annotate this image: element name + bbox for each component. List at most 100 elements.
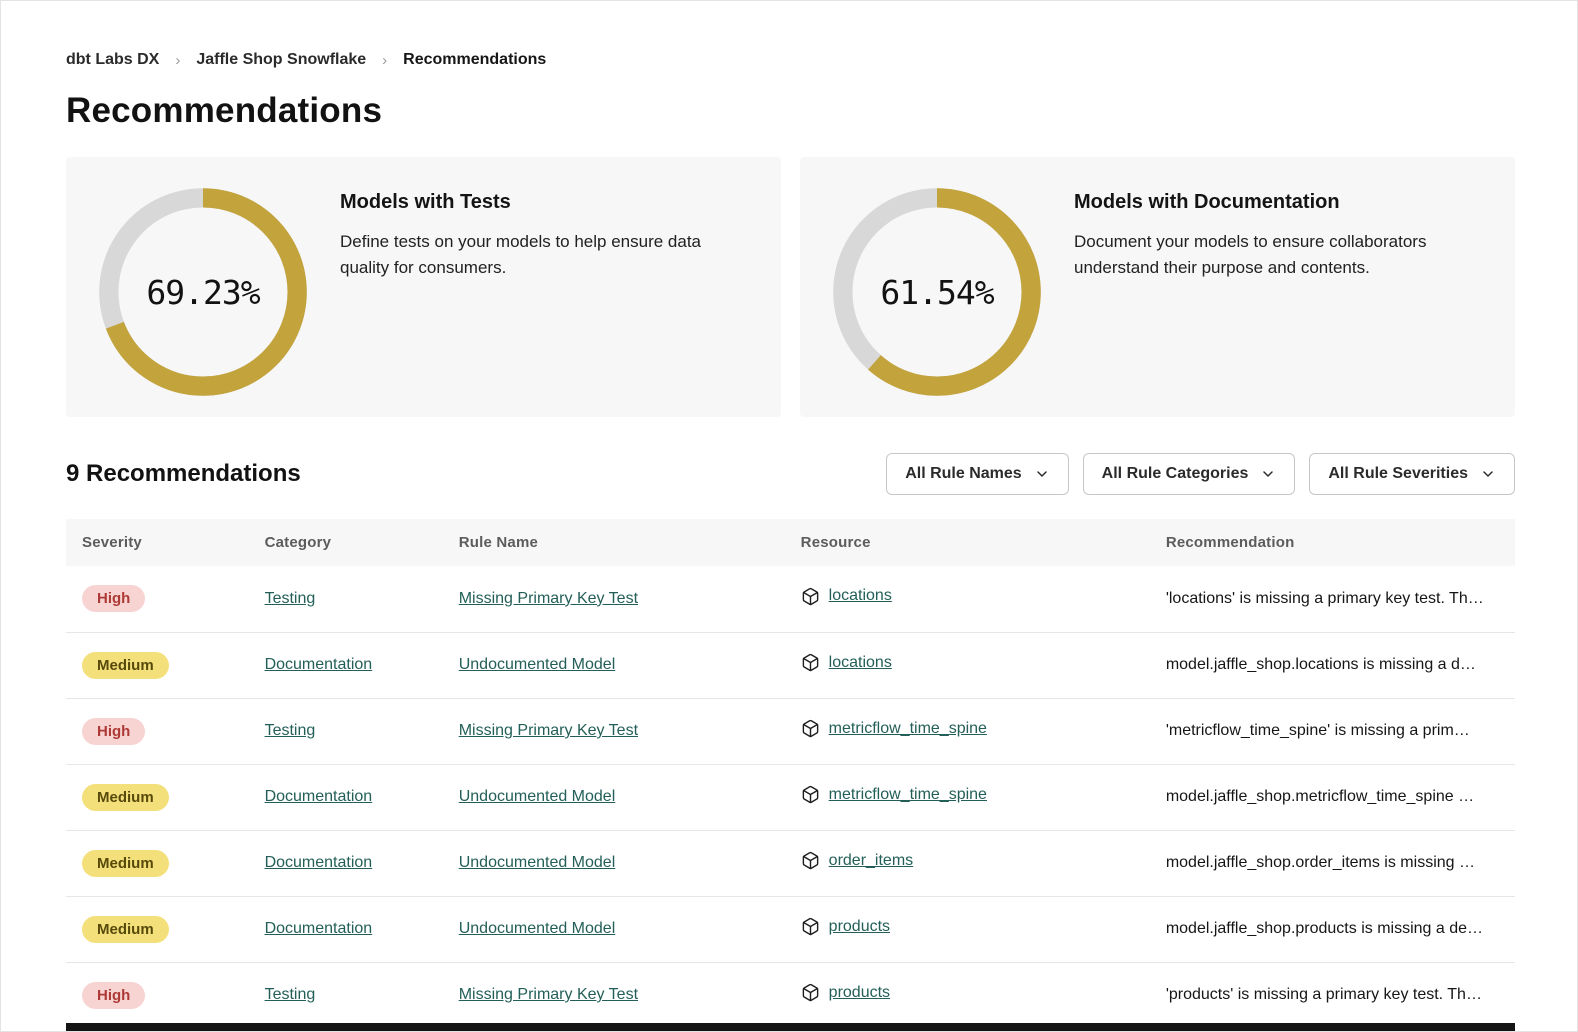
rule-name-cell: Missing Primary Key Test	[443, 566, 785, 632]
recommendations-count: 9 Recommendations	[66, 460, 301, 488]
category-link[interactable]: Documentation	[265, 788, 373, 805]
rule-name-link[interactable]: Undocumented Model	[459, 788, 616, 805]
table-row: Medium Documentation Undocumented Model	[66, 764, 1515, 830]
rule-name-link[interactable]: Undocumented Model	[459, 656, 616, 673]
model-cube-icon	[801, 917, 820, 936]
filter-label: All Rule Categories	[1102, 465, 1249, 483]
model-cube-icon	[801, 785, 820, 804]
resource-link[interactable]: products	[829, 918, 890, 936]
chevron-down-icon	[1034, 466, 1050, 482]
resource-link[interactable]: locations	[829, 654, 892, 672]
resource-link[interactable]: metricflow_time_spine	[829, 720, 987, 738]
breadcrumb: dbt Labs DX › Jaffle Shop Snowflake › Re…	[66, 51, 1515, 69]
breadcrumb-current: Recommendations	[403, 51, 546, 69]
category-link[interactable]: Documentation	[265, 656, 373, 673]
severity-badge: Medium	[82, 784, 169, 811]
chevron-right-icon: ›	[382, 52, 387, 69]
tests-card-title: Models with Tests	[340, 191, 751, 214]
model-cube-icon	[801, 587, 820, 606]
breadcrumb-jaffle-shop-snowflake[interactable]: Jaffle Shop Snowflake	[196, 51, 366, 69]
category-link[interactable]: Documentation	[265, 854, 373, 871]
recommendation-text: model.jaffle_shop.products is missing a …	[1150, 896, 1515, 962]
category-link[interactable]: Testing	[265, 986, 316, 1003]
severity-cell: High	[66, 566, 249, 632]
rule-name-link[interactable]: Undocumented Model	[459, 920, 616, 937]
rule-severities-filter-dropdown[interactable]: All Rule Severities	[1309, 453, 1515, 495]
category-cell: Documentation	[249, 632, 443, 698]
table-row: High Testing Missing Primary Key Test	[66, 566, 1515, 632]
chevron-down-icon	[1260, 466, 1276, 482]
tests-donut-chart: 69.23%	[96, 185, 310, 399]
recommendations-table: Severity Category Rule Name Resource Rec…	[66, 519, 1515, 1029]
models-with-tests-card: 69.23% Models with Tests Define tests on…	[66, 157, 781, 417]
rule-name-cell: Undocumented Model	[443, 632, 785, 698]
table-header-row: Severity Category Rule Name Resource Rec…	[66, 519, 1515, 566]
column-header-recommendation: Recommendation	[1150, 519, 1515, 566]
documentation-percentage: 61.54%	[830, 185, 1044, 399]
list-header: 9 Recommendations All Rule Names All Rul…	[66, 453, 1515, 495]
resource-link[interactable]: metricflow_time_spine	[829, 786, 987, 804]
model-cube-icon	[801, 719, 820, 738]
rule-name-link[interactable]: Undocumented Model	[459, 854, 616, 871]
model-cube-icon	[801, 653, 820, 672]
recommendations-page: dbt Labs DX › Jaffle Shop Snowflake › Re…	[0, 0, 1578, 1032]
column-header-category: Category	[249, 519, 443, 566]
rule-name-link[interactable]: Missing Primary Key Test	[459, 986, 638, 1003]
card-text: Models with Documentation Document your …	[1074, 185, 1485, 282]
severity-cell: Medium	[66, 896, 249, 962]
metric-cards: 69.23% Models with Tests Define tests on…	[66, 157, 1515, 417]
table-row: Medium Documentation Undocumented Model	[66, 896, 1515, 962]
recommendation-text: 'locations' is missing a primary key tes…	[1150, 566, 1515, 632]
category-cell: Testing	[249, 962, 443, 1028]
resource-cell: metricflow_time_spine	[785, 764, 1150, 830]
recommendation-text: model.jaffle_shop.metricflow_time_spine …	[1150, 764, 1515, 830]
severity-badge: Medium	[82, 652, 169, 679]
rule-names-filter-dropdown[interactable]: All Rule Names	[886, 453, 1068, 495]
rule-name-cell: Missing Primary Key Test	[443, 962, 785, 1028]
table-row: High Testing Missing Primary Key Test	[66, 962, 1515, 1028]
recommendation-text: model.jaffle_shop.order_items is missing…	[1150, 830, 1515, 896]
severity-cell: Medium	[66, 764, 249, 830]
card-text: Models with Tests Define tests on your m…	[340, 185, 751, 282]
column-header-rule-name: Rule Name	[443, 519, 785, 566]
rule-name-cell: Missing Primary Key Test	[443, 698, 785, 764]
column-header-severity: Severity	[66, 519, 249, 566]
model-cube-icon	[801, 983, 820, 1002]
resource-cell: order_items	[785, 830, 1150, 896]
tests-percentage: 69.23%	[96, 185, 310, 399]
rule-name-cell: Undocumented Model	[443, 764, 785, 830]
recommendation-text: model.jaffle_shop.locations is missing a…	[1150, 632, 1515, 698]
breadcrumb-dbt-labs-dx[interactable]: dbt Labs DX	[66, 51, 159, 69]
resource-cell: locations	[785, 566, 1150, 632]
models-with-documentation-card: 61.54% Models with Documentation Documen…	[800, 157, 1515, 417]
filter-label: All Rule Severities	[1328, 465, 1468, 483]
filters: All Rule Names All Rule Categories All R…	[886, 453, 1515, 495]
resource-cell: metricflow_time_spine	[785, 698, 1150, 764]
resource-cell: locations	[785, 632, 1150, 698]
severity-badge: Medium	[82, 850, 169, 877]
page-content: dbt Labs DX › Jaffle Shop Snowflake › Re…	[1, 1, 1577, 1029]
severity-badge: High	[82, 585, 145, 612]
page-title: Recommendations	[66, 91, 1515, 131]
partial-bottom-element	[66, 1023, 1515, 1031]
severity-cell: Medium	[66, 830, 249, 896]
rule-name-link[interactable]: Missing Primary Key Test	[459, 590, 638, 607]
resource-cell: products	[785, 896, 1150, 962]
table-row: Medium Documentation Undocumented Model	[66, 830, 1515, 896]
resource-link[interactable]: order_items	[829, 852, 913, 870]
category-cell: Documentation	[249, 896, 443, 962]
category-cell: Documentation	[249, 830, 443, 896]
rule-categories-filter-dropdown[interactable]: All Rule Categories	[1083, 453, 1296, 495]
rule-name-link[interactable]: Missing Primary Key Test	[459, 722, 638, 739]
severity-badge: High	[82, 718, 145, 745]
severity-badge: Medium	[82, 916, 169, 943]
resource-link[interactable]: products	[829, 984, 890, 1002]
documentation-card-title: Models with Documentation	[1074, 191, 1485, 214]
severity-badge: High	[82, 982, 145, 1009]
tests-card-description: Define tests on your models to help ensu…	[340, 229, 751, 282]
category-link[interactable]: Documentation	[265, 920, 373, 937]
category-link[interactable]: Testing	[265, 590, 316, 607]
resource-link[interactable]: locations	[829, 587, 892, 605]
severity-cell: Medium	[66, 632, 249, 698]
category-link[interactable]: Testing	[265, 722, 316, 739]
